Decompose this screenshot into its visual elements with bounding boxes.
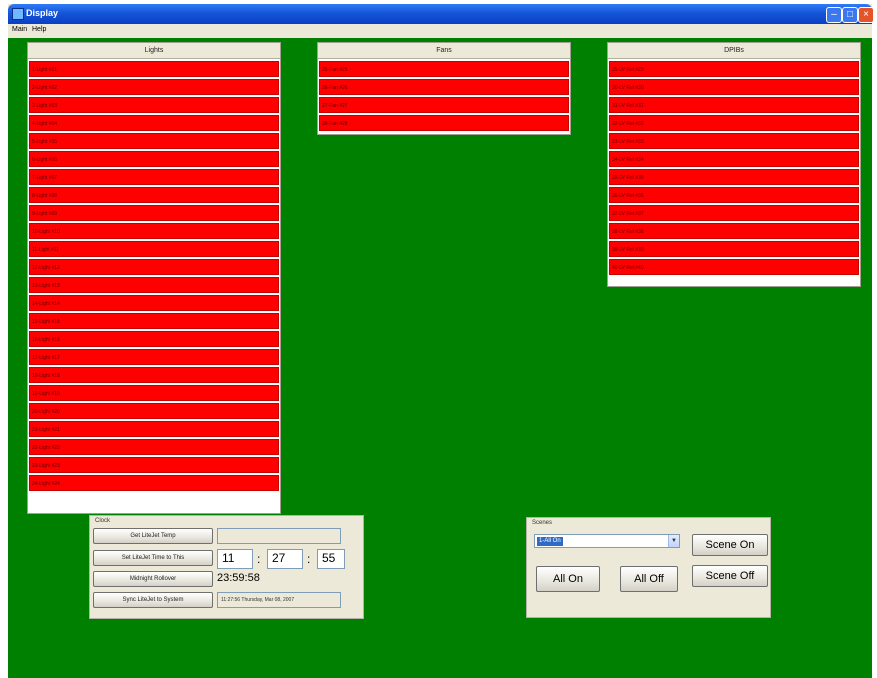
light-button[interactable]: 4-Light #04 [29, 115, 279, 131]
fans-group: Fans 25-Fan #25 26-Fan #26 27-Fan #27 28-Fa… [317, 42, 571, 135]
fan-button[interactable]: 26-Fan #26 [319, 79, 569, 95]
fan-button[interactable]: 27-Fan #27 [319, 97, 569, 113]
sync-system-button[interactable]: Sync LiteJet to System [93, 592, 213, 608]
light-button[interactable]: 6-Light #06 [29, 151, 279, 167]
scene-on-button[interactable]: Scene On [692, 534, 768, 556]
light-button[interactable]: 5-Light #05 [29, 133, 279, 149]
dpibs-list: 29-LV Rel #29 30-LV Rel #30 31-LV Rel #31 3… [608, 61, 860, 275]
light-button[interactable]: 11-Light #11 [29, 241, 279, 257]
light-button[interactable]: 19-Light #19 [29, 385, 279, 401]
light-button[interactable]: 21-Light #21 [29, 421, 279, 437]
scenes-panel: Scenes 1-All On ▼ Scene On All On All Of… [526, 517, 771, 618]
lights-group: Lights 1-Light #01 2-Light #02 3-Light #03… [27, 42, 281, 514]
fan-button[interactable]: 25-Fan #25 [319, 61, 569, 77]
get-temp-button[interactable]: Get LiteJet Temp [93, 528, 213, 544]
fans-header: Fans [318, 43, 570, 59]
light-button[interactable]: 1-Light #01 [29, 61, 279, 77]
dpib-button[interactable]: 34-LV Rel #34 [609, 151, 859, 167]
dpib-button[interactable]: 39-LV Rel #39 [609, 241, 859, 257]
light-button[interactable]: 18-Light #18 [29, 367, 279, 383]
close-button[interactable]: × [858, 7, 874, 23]
lights-list: 1-Light #01 2-Light #02 3-Light #03 4-Light… [28, 61, 280, 491]
light-button[interactable]: 13-Light #13 [29, 277, 279, 293]
colon-2: : [307, 552, 311, 566]
colon-1: : [257, 552, 261, 566]
light-button[interactable]: 14-Light #14 [29, 295, 279, 311]
light-button[interactable]: 15-Light #15 [29, 313, 279, 329]
dpib-button[interactable]: 33-LV Rel #33 [609, 133, 859, 149]
dpibs-group: DPIBs 29-LV Rel #29 30-LV Rel #30 31-LV Re… [607, 42, 861, 287]
dpib-button[interactable]: 29-LV Rel #29 [609, 61, 859, 77]
light-button[interactable]: 17-Light #17 [29, 349, 279, 365]
dpib-button[interactable]: 32-LV Rel #32 [609, 115, 859, 131]
light-button[interactable]: 16-Light #16 [29, 331, 279, 347]
dpib-button[interactable]: 36-LV Rel #36 [609, 187, 859, 203]
light-button[interactable]: 24-Light #24 [29, 475, 279, 491]
minimize-button[interactable]: – [826, 7, 842, 23]
scene-select[interactable]: 1-All On ▼ [534, 534, 680, 548]
dpib-button[interactable]: 31-LV Rel #31 [609, 97, 859, 113]
dpib-button[interactable]: 40-LV Rel #40 [609, 259, 859, 275]
light-button[interactable]: 10-Light #10 [29, 223, 279, 239]
scene-off-button[interactable]: Scene Off [692, 565, 768, 587]
all-on-button[interactable]: All On [536, 566, 600, 592]
light-button[interactable]: 22-Light #22 [29, 439, 279, 455]
menu-main[interactable]: Main [12, 26, 27, 33]
dpib-button[interactable]: 30-LV Rel #30 [609, 79, 859, 95]
light-button[interactable]: 23-Light #23 [29, 457, 279, 473]
dpib-button[interactable]: 38-LV Rel #38 [609, 223, 859, 239]
maximize-button[interactable]: □ [842, 7, 858, 23]
window-title: Display [26, 8, 59, 18]
dpib-button[interactable]: 37-LV Rel #37 [609, 205, 859, 221]
all-off-button[interactable]: All Off [620, 566, 678, 592]
fans-list: 25-Fan #25 26-Fan #26 27-Fan #27 28-Fan #28 [318, 61, 570, 131]
clock-label: Clock [95, 518, 111, 524]
hour-field[interactable]: 11 [217, 549, 253, 569]
light-button[interactable]: 7-Light #07 [29, 169, 279, 185]
app-icon [12, 8, 24, 20]
temp-display [217, 528, 341, 544]
dpibs-header: DPIBs [608, 43, 860, 59]
lights-header: Lights [28, 43, 280, 59]
light-button[interactable]: 12-Light #12 [29, 259, 279, 275]
clock-readout: 23:59:58 [217, 572, 260, 584]
light-button[interactable]: 20-Light #20 [29, 403, 279, 419]
second-field[interactable]: 55 [317, 549, 345, 569]
scene-select-value: 1-All On [537, 537, 563, 546]
dpib-button[interactable]: 35-LV Rel #35 [609, 169, 859, 185]
clock-panel: Clock Get LiteJet Temp Set LiteJet Time … [89, 515, 364, 619]
light-button[interactable]: 8-Light #08 [29, 187, 279, 203]
system-time-display: 11:27:56 Thursday, Mar 08, 2007 [217, 592, 341, 608]
light-button[interactable]: 2-Light #02 [29, 79, 279, 95]
menu-help[interactable]: Help [32, 26, 46, 33]
set-time-button[interactable]: Set LiteJet Time to This [93, 550, 213, 566]
menu-bar: Main Help [8, 24, 872, 36]
chevron-down-icon[interactable]: ▼ [668, 535, 679, 547]
minute-field[interactable]: 27 [267, 549, 303, 569]
midnight-rollover-button[interactable]: Midnight Rollover [93, 571, 213, 587]
fan-button[interactable]: 28-Fan #28 [319, 115, 569, 131]
light-button[interactable]: 3-Light #03 [29, 97, 279, 113]
title-bar[interactable]: Display – □ × [8, 4, 874, 24]
scenes-label: Scenes [532, 520, 553, 526]
light-button[interactable]: 9-Light #09 [29, 205, 279, 221]
